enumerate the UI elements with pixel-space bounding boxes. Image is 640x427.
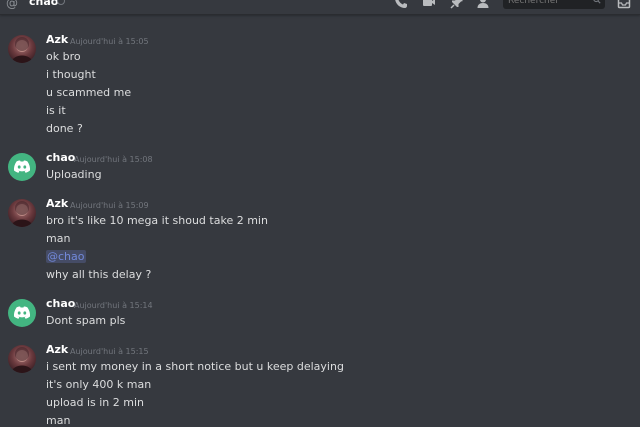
username[interactable]: Azk [46, 197, 68, 210]
message-text: it's only 400 k man [46, 378, 152, 391]
message-text: bro it's like 10 mega it shoud take 2 mi… [46, 214, 268, 227]
timestamp: Aujourd'hui à 15:14 [74, 301, 153, 310]
avatar[interactable] [8, 153, 36, 181]
pin-icon[interactable] [449, 0, 465, 10]
timestamp: Aujourd'hui à 15:08 [74, 155, 153, 164]
call-icon[interactable] [393, 0, 409, 10]
discord-icon [13, 306, 31, 319]
member-list-icon[interactable] [475, 0, 491, 10]
message-text: i sent my money in a short notice but u … [46, 360, 344, 373]
inbox-icon[interactable] [616, 0, 632, 10]
video-icon[interactable] [421, 0, 437, 10]
username[interactable]: chao [46, 297, 75, 310]
message-text: is it [46, 104, 66, 117]
timestamp: Aujourd'hui à 15:15 [70, 347, 149, 356]
status-icon [57, 0, 65, 5]
discord-icon [13, 160, 31, 173]
message-text: @chao [46, 250, 86, 263]
timestamp: Aujourd'hui à 15:09 [70, 201, 149, 210]
user-mention[interactable]: @chao [46, 250, 86, 263]
message-text: u scammed me [46, 86, 132, 99]
timestamp: Aujourd'hui à 15:05 [70, 37, 149, 46]
username[interactable]: Azk [46, 33, 68, 46]
username[interactable]: Azk [46, 343, 68, 356]
message-text: man [46, 232, 71, 245]
message-text: upload is in 2 min [46, 396, 145, 409]
at-icon: @ [6, 0, 18, 10]
avatar[interactable] [8, 199, 36, 227]
message-text: done ? [46, 122, 83, 135]
message-text: Dont spam pls [46, 314, 126, 327]
message-text: Uploading [46, 168, 102, 181]
channel-name: chao [29, 0, 59, 8]
username[interactable]: chao [46, 151, 75, 164]
avatar[interactable] [8, 345, 36, 373]
message-text: ok bro [46, 50, 81, 63]
search-icon [593, 0, 601, 7]
search-box[interactable] [503, 0, 605, 9]
avatar[interactable] [8, 35, 36, 63]
message-text: i thought [46, 68, 96, 81]
channel-header: @ chao [0, 0, 640, 15]
avatar[interactable] [8, 299, 36, 327]
search-input[interactable] [508, 0, 588, 6]
message-text: why all this delay ? [46, 268, 152, 281]
